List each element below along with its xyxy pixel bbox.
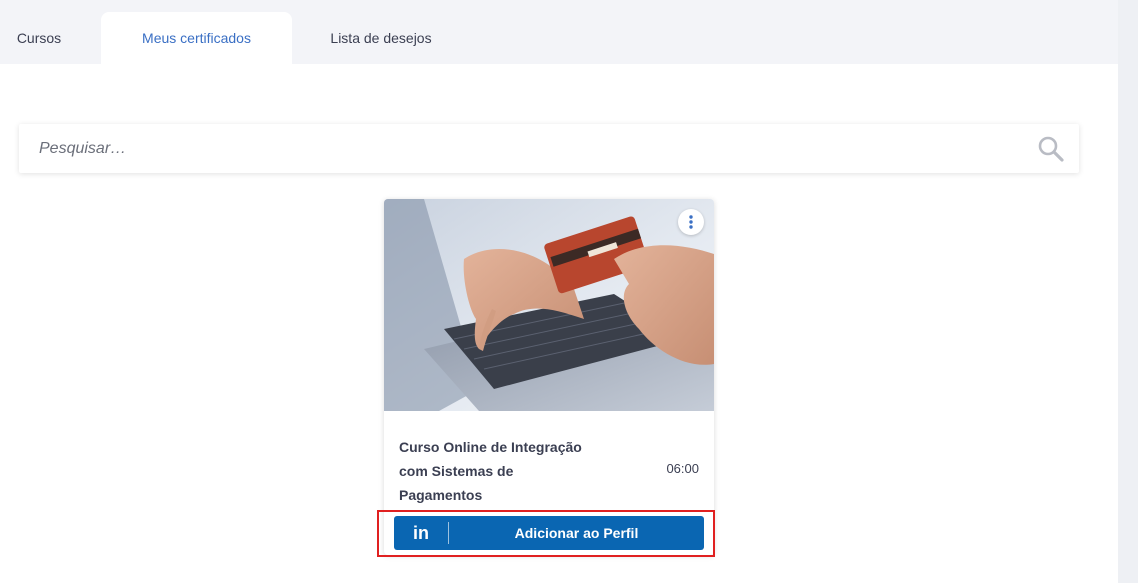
add-to-linkedin-profile-button[interactable]: in Adicionar ao Perfil: [394, 516, 704, 550]
tab-meus-certificados[interactable]: Meus certificados: [101, 12, 292, 64]
scrollbar-track[interactable]: [1118, 0, 1138, 583]
tab-lista-de-desejos[interactable]: Lista de desejos: [292, 12, 470, 64]
tab-cursos[interactable]: Cursos: [0, 12, 78, 64]
kebab-menu-icon: [689, 215, 693, 229]
search-icon[interactable]: [1037, 135, 1065, 163]
certificates-panel: Curso Online de Integração com Sistemas …: [0, 64, 1118, 583]
card-menu-button[interactable]: [678, 209, 704, 235]
course-thumbnail: [384, 199, 714, 411]
certificate-card: Curso Online de Integração com Sistemas …: [384, 199, 714, 555]
search-input[interactable]: [19, 124, 1019, 173]
course-duration: 06:00: [666, 461, 699, 476]
add-to-profile-label: Adicionar ao Perfil: [514, 525, 639, 541]
course-title[interactable]: Curso Online de Integração com Sistemas …: [399, 435, 599, 507]
tab-bar: Cursos Meus certificados Lista de desejo…: [0, 0, 1138, 64]
linkedin-icon: in: [413, 522, 429, 543]
search-bar: [19, 124, 1079, 173]
